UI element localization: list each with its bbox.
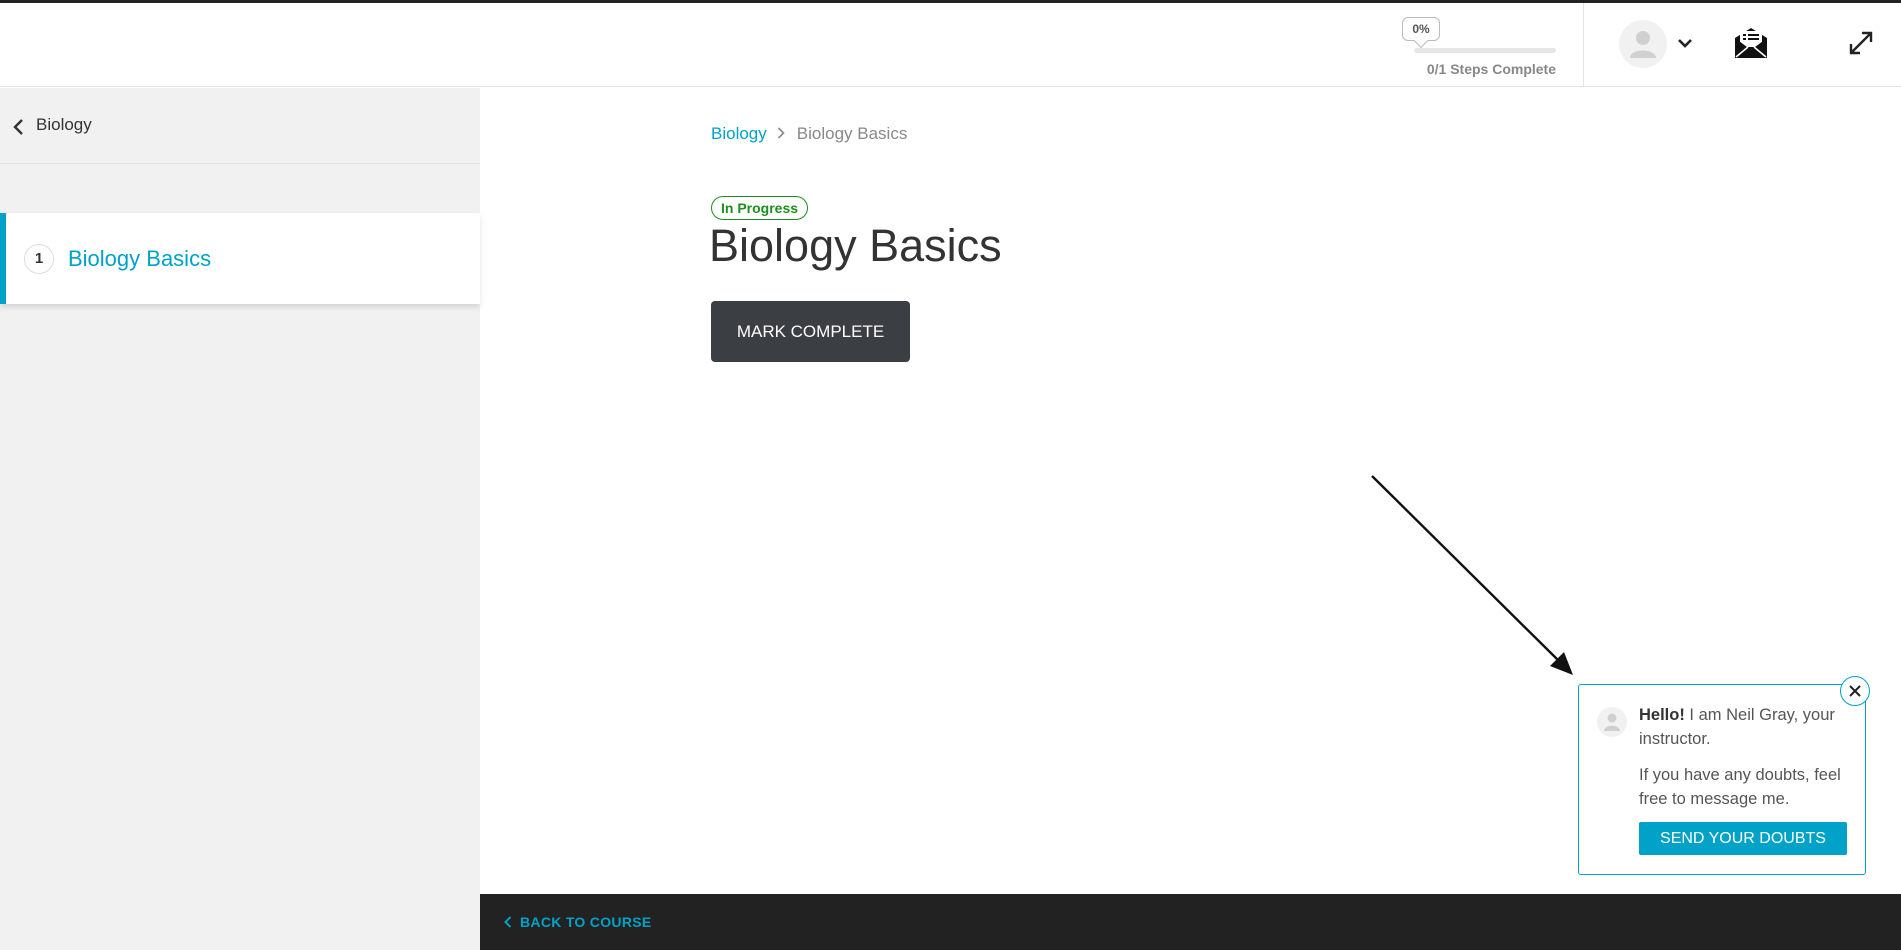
top-header: 0% 0/1 Steps Complete bbox=[0, 3, 1901, 87]
chat-greeting: Hello! I am Neil Gray, your instructor. bbox=[1639, 703, 1853, 751]
progress-percent-bubble: 0% bbox=[1402, 17, 1440, 41]
chevron-down-icon[interactable] bbox=[1677, 36, 1693, 54]
annotation-arrow-icon bbox=[1371, 475, 1573, 675]
lesson-number: 1 bbox=[24, 244, 54, 274]
breadcrumb-parent-link[interactable]: Biology bbox=[711, 124, 767, 143]
lesson-footer: BACK TO COURSE bbox=[480, 894, 1901, 950]
back-to-course-link[interactable]: BACK TO COURSE bbox=[504, 914, 652, 930]
header-divider bbox=[1583, 3, 1584, 87]
page-title: Biology Basics bbox=[709, 220, 1002, 271]
sidebar-item-lesson[interactable]: 1 Biology Basics bbox=[0, 213, 480, 304]
mail-icon[interactable] bbox=[1733, 26, 1769, 65]
status-badge: In Progress bbox=[711, 196, 809, 220]
course-sidebar: Biology 1 Biology Basics bbox=[0, 88, 480, 950]
sidebar-back-link[interactable]: Biology bbox=[0, 88, 480, 164]
sidebar-back-label: Biology bbox=[36, 115, 92, 134]
send-doubts-button[interactable]: SEND YOUR DOUBTS bbox=[1639, 822, 1847, 855]
breadcrumb: Biology Biology Basics bbox=[711, 124, 907, 145]
instructor-avatar-icon bbox=[1597, 707, 1627, 737]
back-to-course-label: BACK TO COURSE bbox=[520, 914, 652, 930]
chat-greeting-bold: Hello! bbox=[1639, 706, 1685, 724]
breadcrumb-current: Biology Basics bbox=[796, 124, 908, 143]
close-icon[interactable] bbox=[1840, 676, 1870, 706]
user-avatar-icon[interactable] bbox=[1619, 20, 1667, 68]
instructor-chat-popup: Hello! I am Neil Gray, your instructor. … bbox=[1578, 684, 1866, 875]
chevron-left-icon bbox=[12, 118, 24, 141]
expand-icon[interactable] bbox=[1848, 30, 1874, 61]
chat-message: If you have any doubts, feel free to mes… bbox=[1639, 766, 1841, 808]
course-progress: 0% 0/1 Steps Complete bbox=[1400, 15, 1558, 81]
chevron-right-icon bbox=[777, 124, 785, 144]
mark-complete-button[interactable]: MARK COMPLETE bbox=[711, 301, 910, 362]
lesson-title: Biology Basics bbox=[68, 246, 212, 271]
active-lesson-indicator bbox=[0, 213, 6, 304]
chevron-left-icon bbox=[504, 916, 512, 929]
steps-complete-label: 0/1 Steps Complete bbox=[1426, 61, 1556, 77]
progress-bar bbox=[1414, 48, 1556, 53]
